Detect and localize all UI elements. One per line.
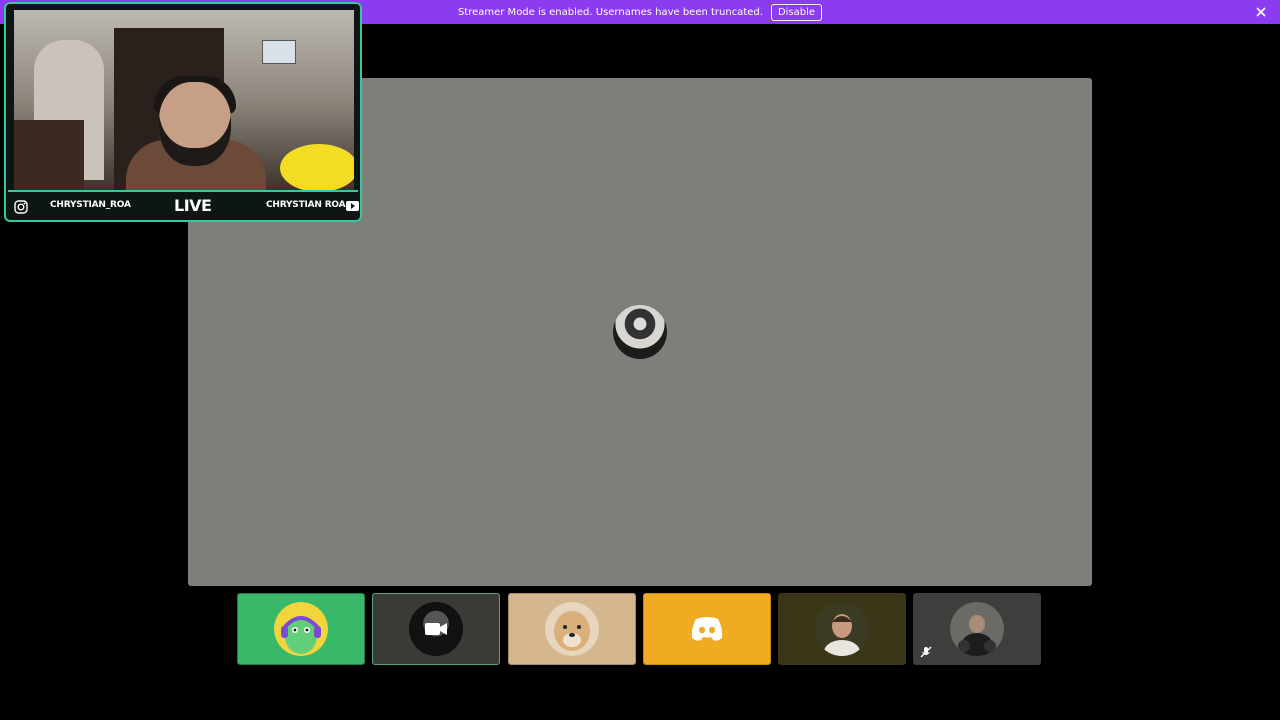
participant-tile[interactable] [913, 593, 1041, 665]
notice-message: Streamer Mode is enabled. Usernames have… [457, 6, 763, 18]
overlay-accent-line [8, 190, 358, 192]
participant-tile[interactable] [237, 593, 365, 665]
live-label: LIVE [174, 196, 212, 215]
dog-avatar [545, 602, 599, 656]
webcam-overlay: CHRYSTIAN_ROA LIVE CHRYSTIAN ROA [4, 2, 362, 222]
overlay-bar: CHRYSTIAN_ROA LIVE CHRYSTIAN ROA [8, 194, 359, 218]
instagram-icon [14, 199, 28, 214]
participant-avatar[interactable] [613, 305, 667, 359]
overlay-left-username: CHRYSTIAN_ROA [50, 200, 131, 210]
participant-tile[interactable] [508, 593, 636, 665]
webcam-video [14, 10, 354, 192]
mic-muted-icon [919, 645, 933, 659]
plate [280, 144, 354, 192]
room-poster [262, 40, 296, 64]
room-shelf [14, 120, 84, 192]
camera-icon-avatar [409, 602, 463, 656]
person-avatar [950, 602, 1004, 656]
green-headset-avatar [274, 602, 328, 656]
person-avatar [815, 602, 869, 656]
participant-tile[interactable] [372, 593, 500, 665]
streamer-face [159, 82, 231, 166]
discord-logo-avatar [680, 602, 734, 656]
youtube-icon [346, 201, 359, 211]
overlay-right-username: CHRYSTIAN ROA [266, 200, 346, 210]
disable-streamer-mode-button[interactable]: Disable [770, 3, 823, 21]
participant-tile[interactable] [643, 593, 771, 665]
participant-tile[interactable] [778, 593, 906, 665]
close-icon[interactable] [1254, 5, 1268, 19]
